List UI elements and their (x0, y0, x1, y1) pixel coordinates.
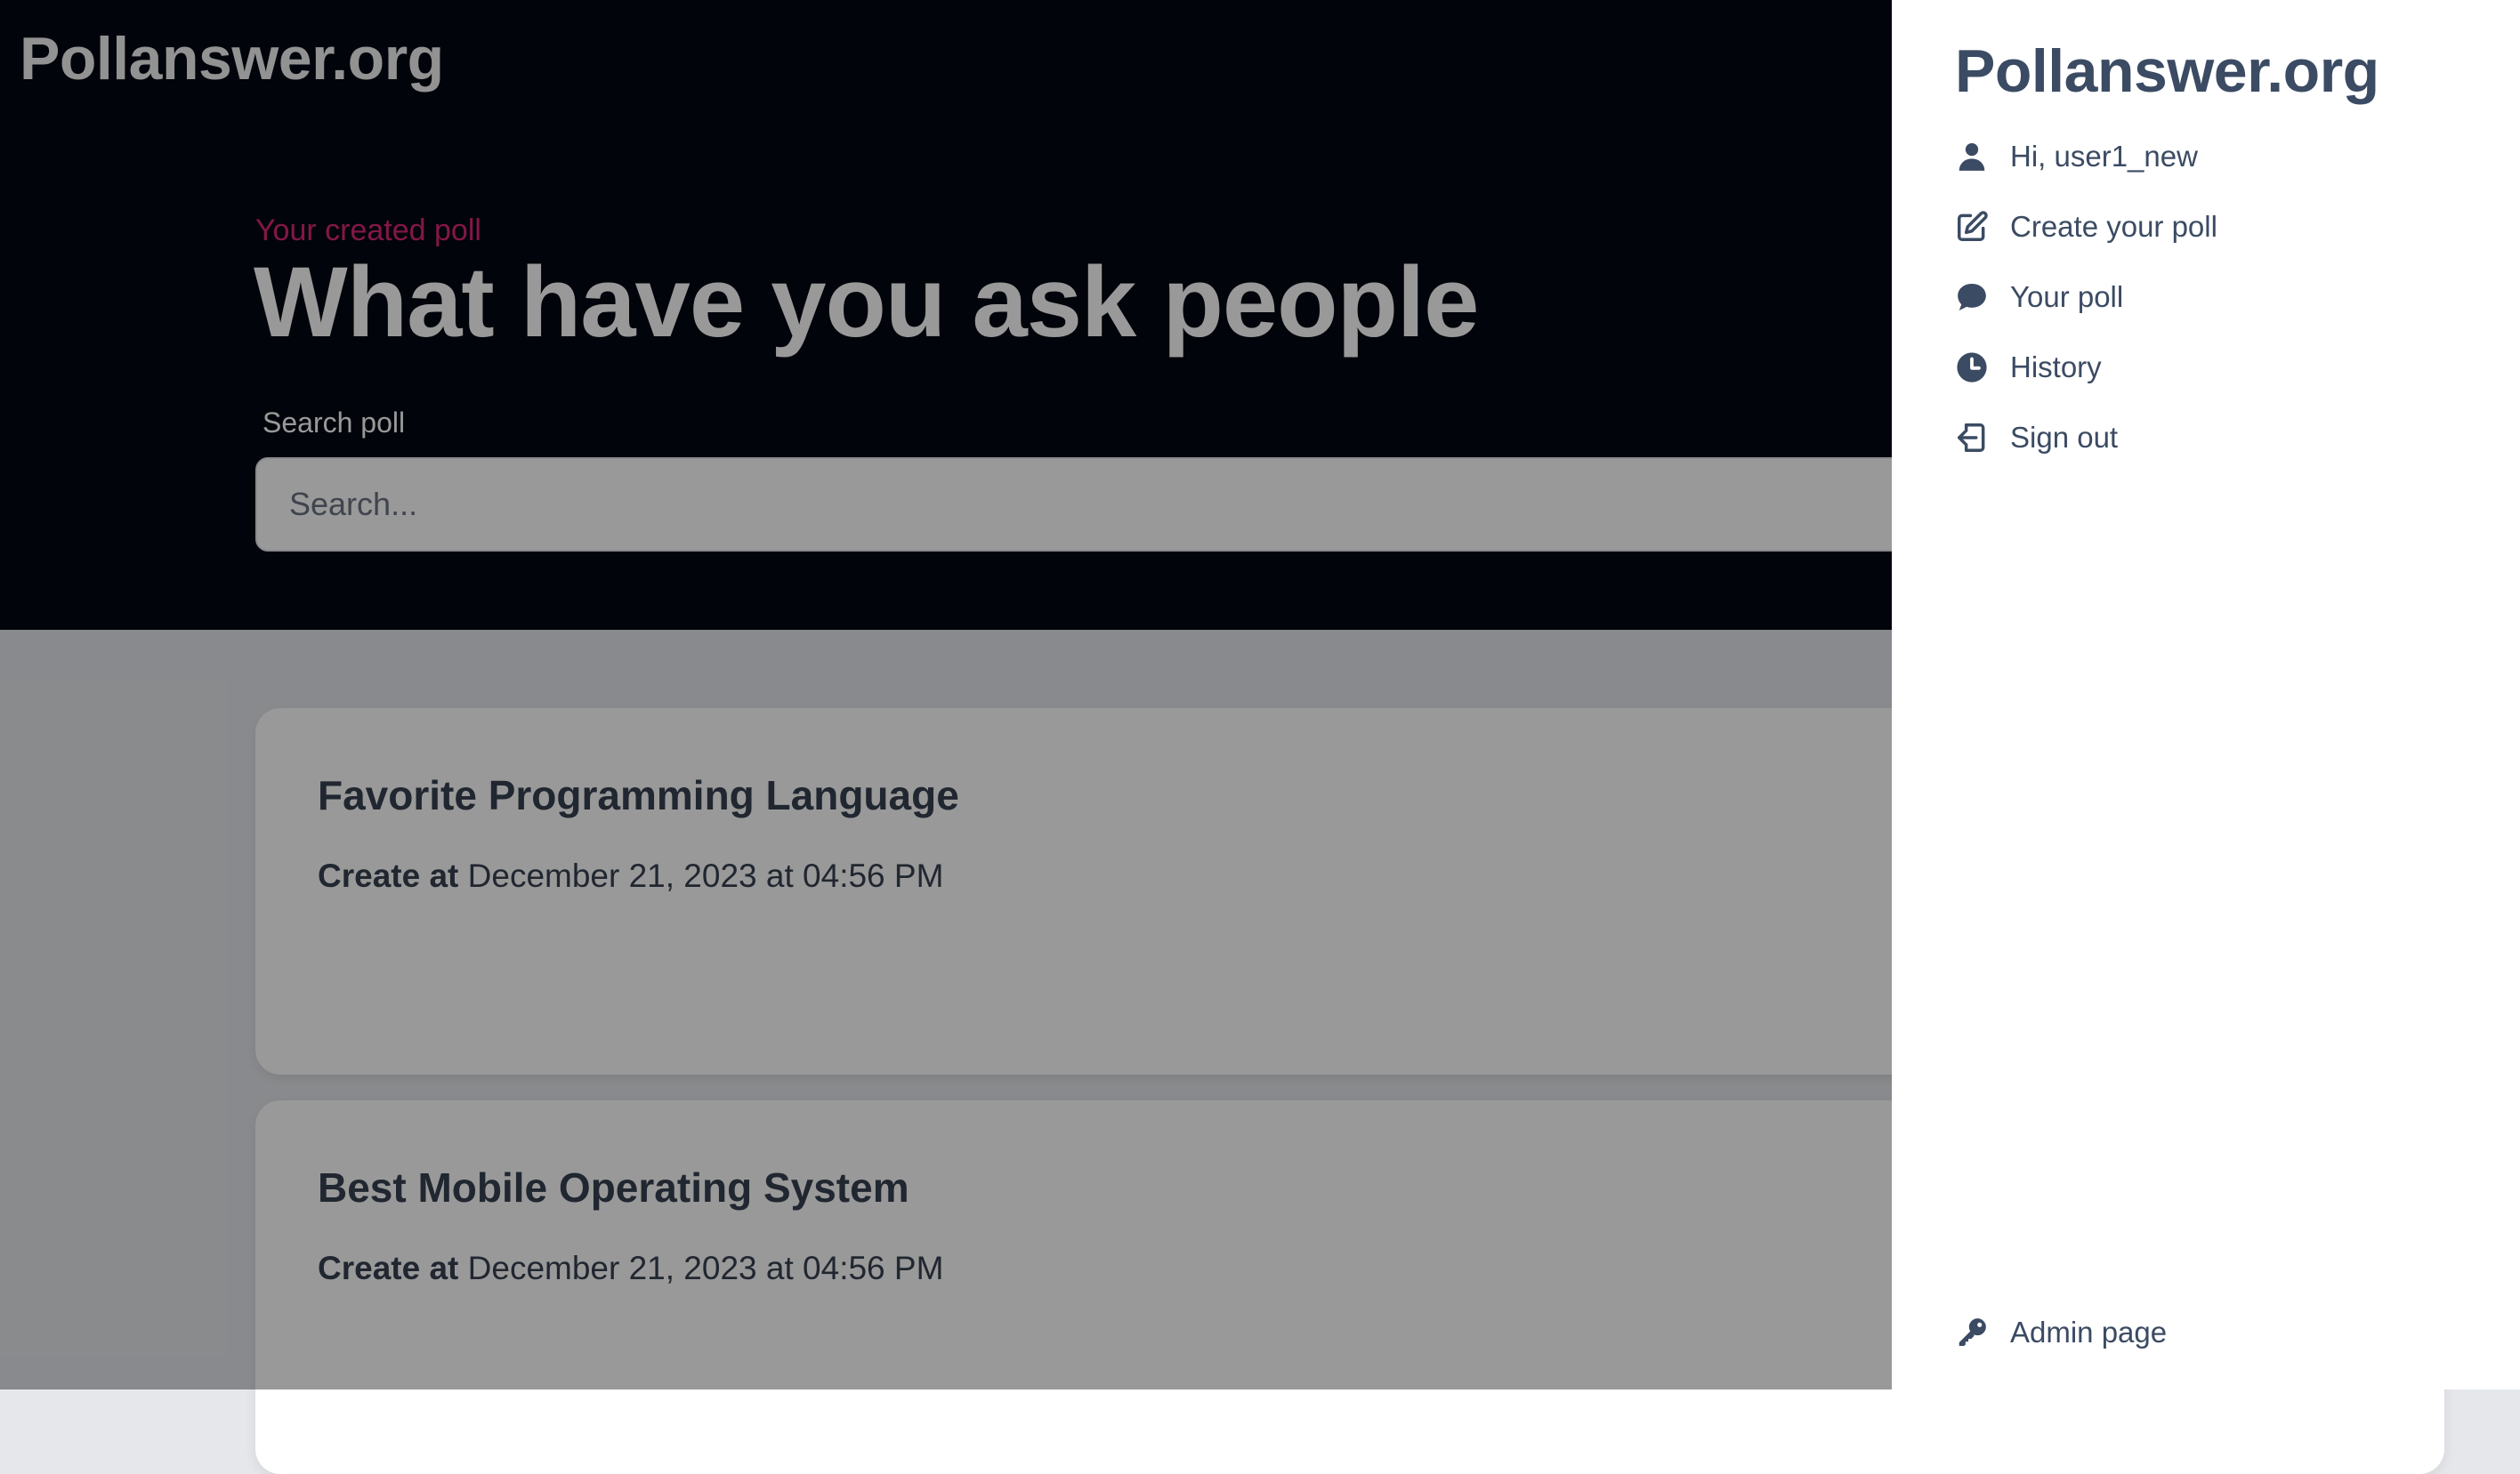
side-drawer: Pollanswer.org Hi, user1_new Create your… (1892, 0, 2520, 1389)
menu-label: Create your poll (2010, 210, 2217, 243)
user-icon (1955, 140, 1989, 173)
greeting-label: Hi, user1_new (2010, 140, 2198, 173)
edit-icon (1955, 210, 1989, 244)
menu-item-sign-out[interactable]: Sign out (1955, 413, 2217, 463)
menu-label: Your poll (2010, 280, 2124, 313)
drawer-menu: Hi, user1_new Create your poll Your poll… (1955, 132, 2217, 483)
drawer-logo[interactable]: Pollanswer.org (1955, 34, 2379, 109)
menu-label: Admin page (2010, 1316, 2168, 1349)
menu-item-your-poll[interactable]: Your poll (1955, 272, 2217, 322)
sign-out-icon (1955, 421, 1989, 455)
menu-item-history[interactable]: History (1955, 342, 2217, 392)
menu-item-admin-page[interactable]: Admin page (1955, 1308, 2167, 1357)
user-greeting: Hi, user1_new (1955, 132, 2217, 181)
key-icon (1955, 1316, 1989, 1349)
menu-item-create-poll[interactable]: Create your poll (1955, 202, 2217, 252)
menu-label: Sign out (2010, 421, 2119, 454)
clock-icon (1955, 350, 1989, 384)
chat-icon (1955, 280, 1989, 314)
menu-label: History (2010, 350, 2102, 383)
